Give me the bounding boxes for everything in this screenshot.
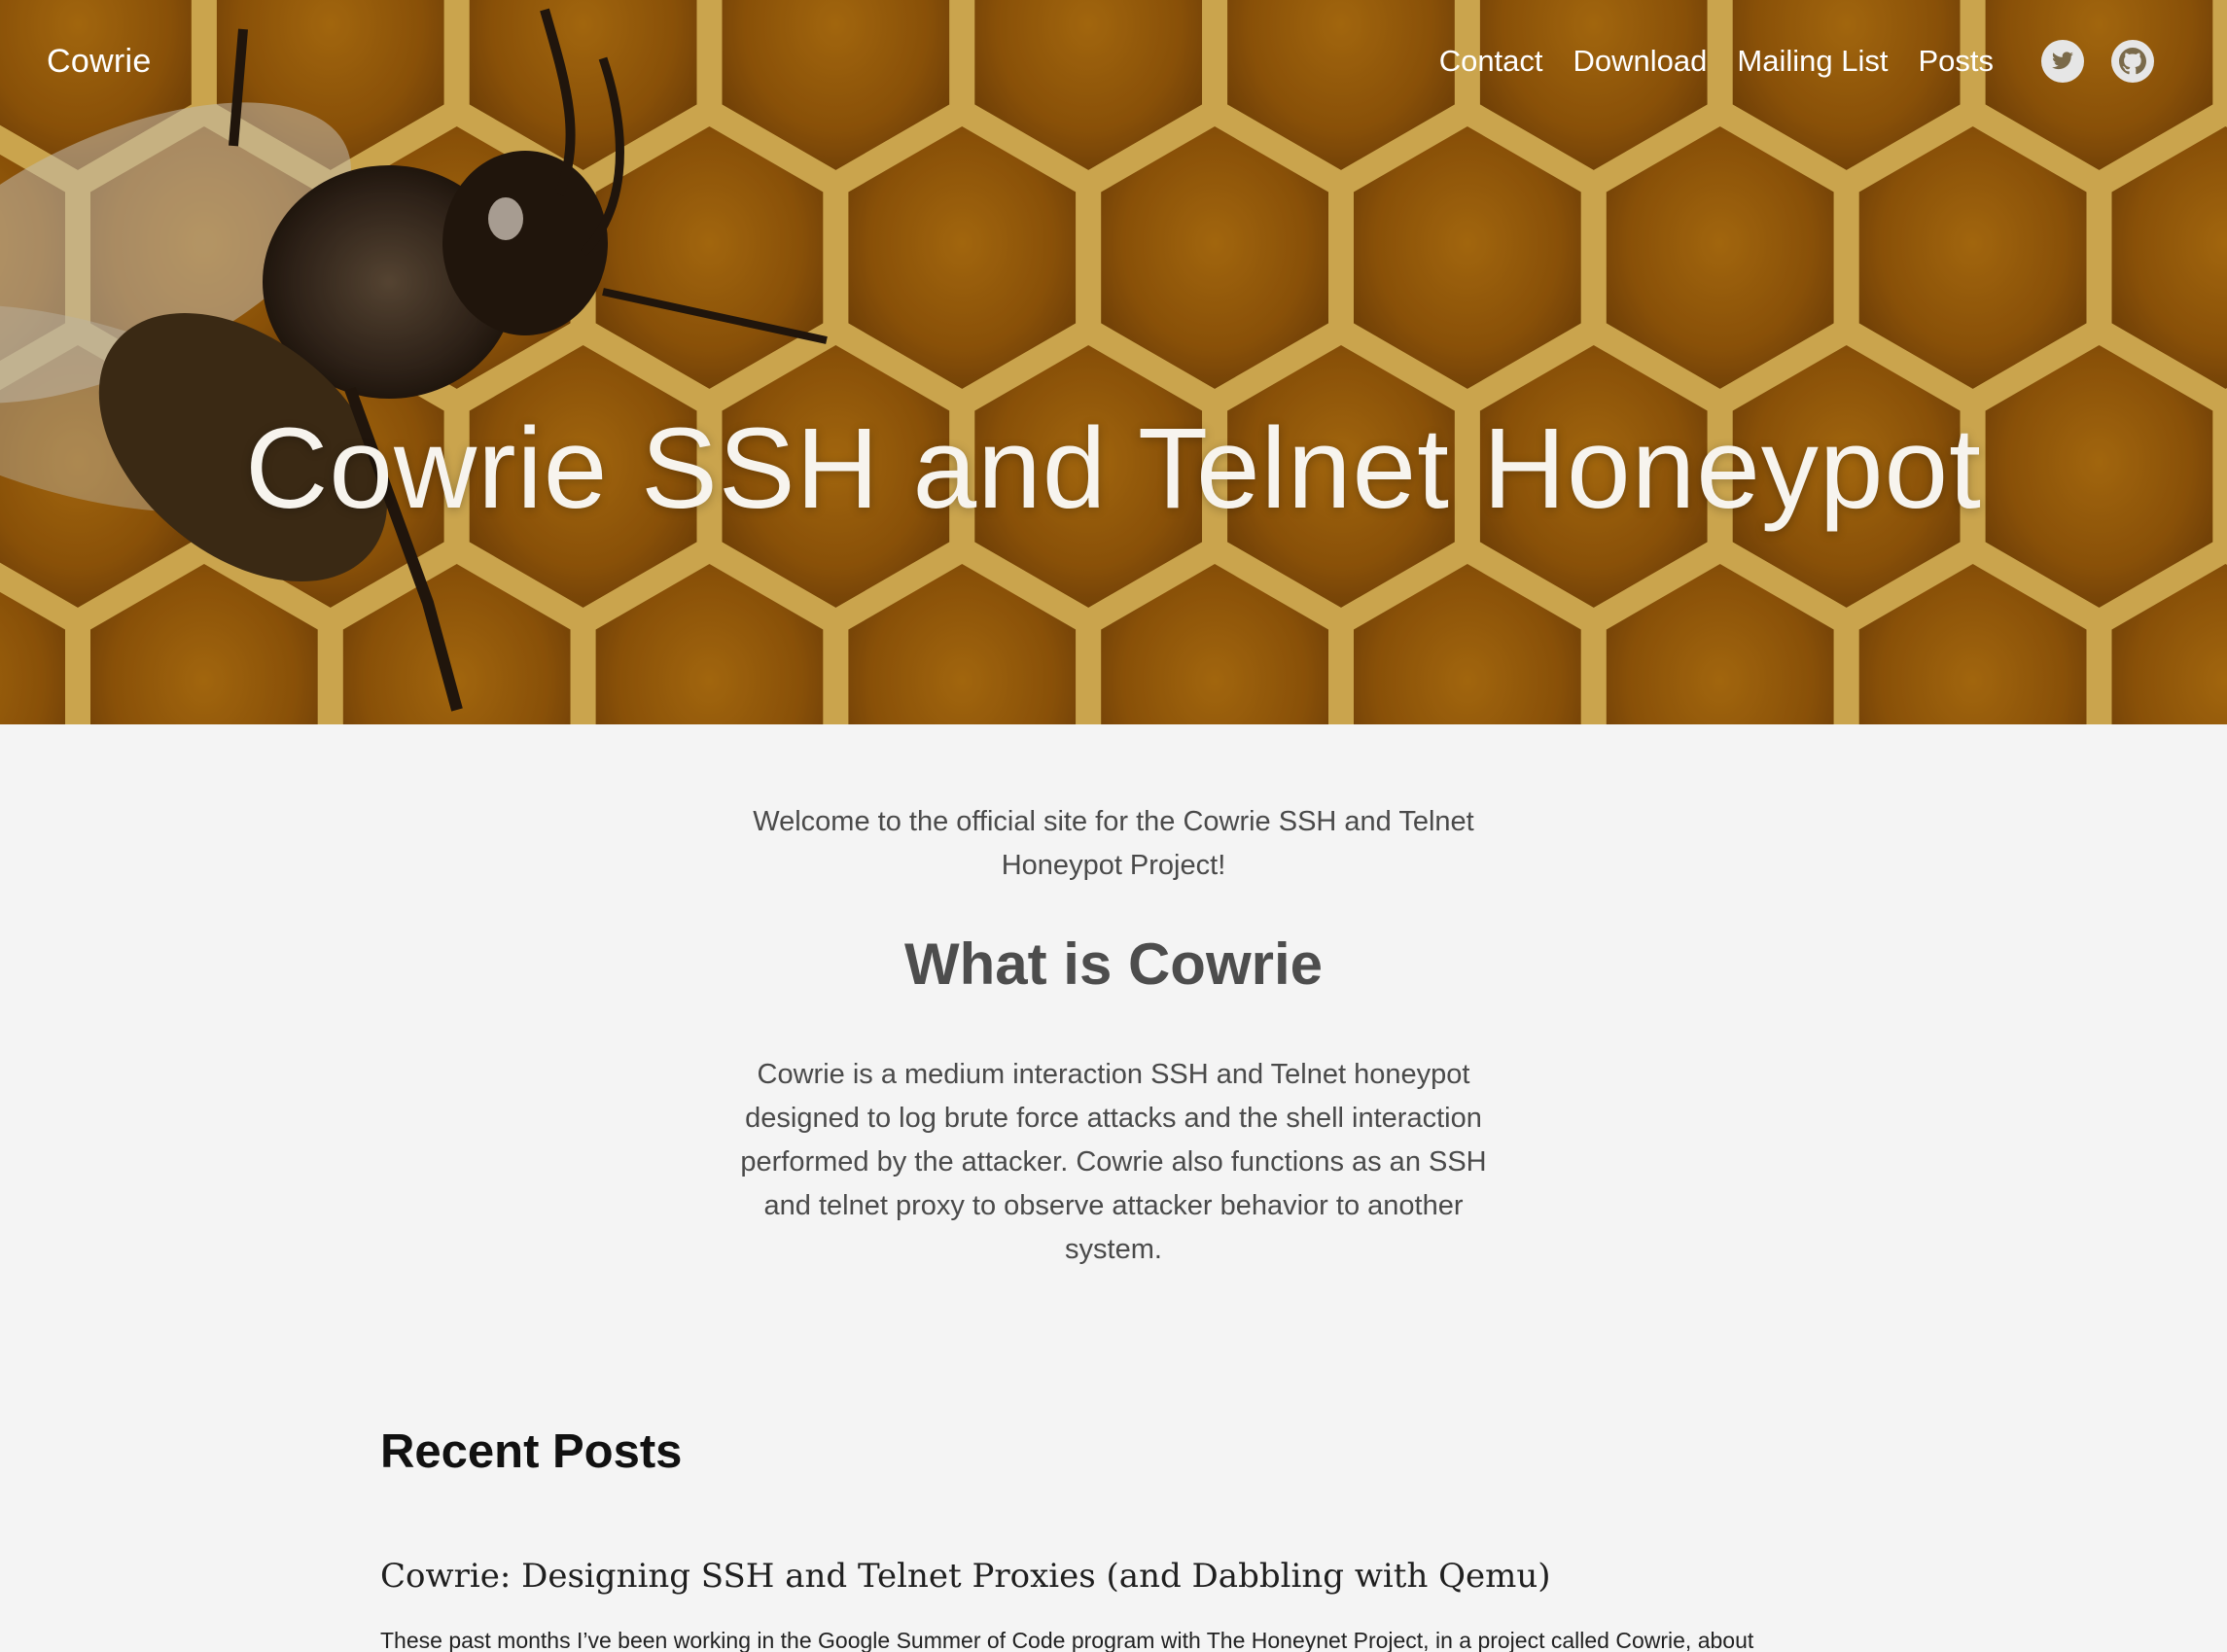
social-links (2040, 39, 2155, 84)
github-icon (2111, 40, 2154, 83)
post-excerpt: These past months I’ve been working in t… (380, 1628, 1754, 1652)
cowrie-description: Cowrie is a medium interaction SSH and T… (740, 1059, 1487, 1265)
twitter-icon (2041, 40, 2084, 83)
nav-link-contact[interactable]: Contact (1439, 44, 1543, 79)
nav-link-download[interactable]: Download (1573, 44, 1708, 79)
what-is-cowrie-heading: What is Cowrie (903, 931, 1324, 997)
nav-link-posts[interactable]: Posts (1918, 44, 1994, 79)
hero-banner: Cowrie Contact Download Mailing List Pos… (0, 0, 2227, 724)
nav-link-mailing-list[interactable]: Mailing List (1737, 44, 1888, 79)
top-navigation: Cowrie Contact Download Mailing List Pos… (0, 0, 2227, 126)
welcome-text: Welcome to the official site for the Cow… (753, 806, 1474, 881)
post-title-link[interactable]: Cowrie: Designing SSH and Telnet Proxies… (380, 1557, 1551, 1596)
nav-links: Contact Download Mailing List Posts (1409, 44, 1994, 79)
twitter-link[interactable] (2040, 39, 2085, 84)
site-brand-link[interactable]: Cowrie (47, 43, 152, 81)
recent-posts-heading: Recent Posts (380, 1425, 683, 1478)
hero-title: Cowrie SSH and Telnet Honeypot (245, 404, 1982, 533)
github-link[interactable] (2110, 39, 2155, 84)
